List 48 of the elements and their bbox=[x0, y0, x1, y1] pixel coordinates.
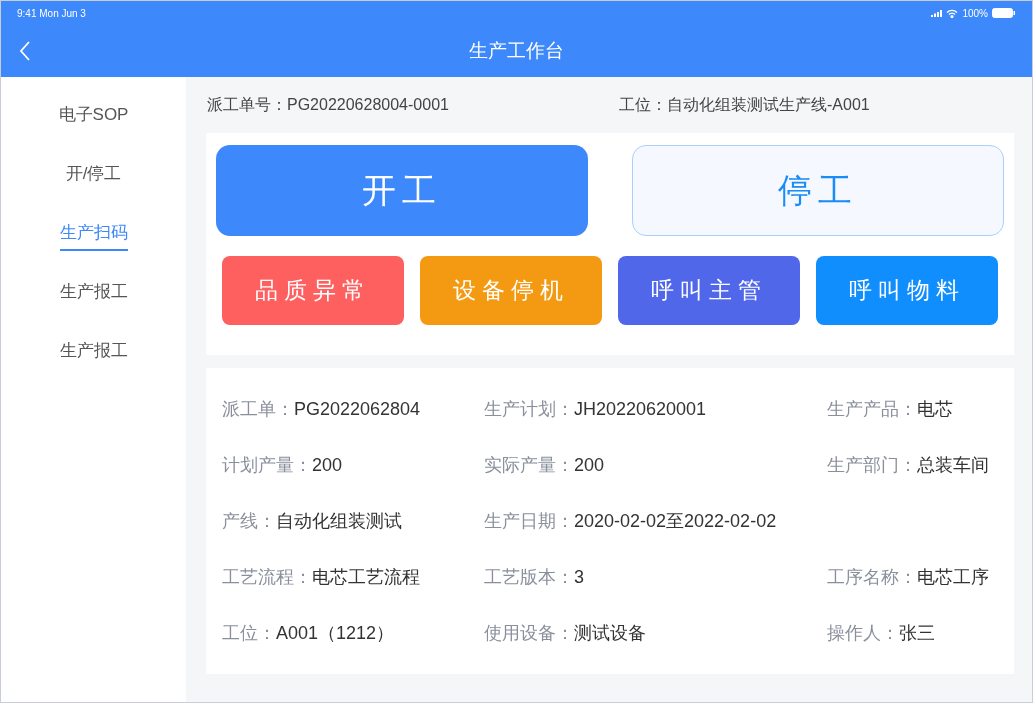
field-label: 操作人： bbox=[827, 622, 899, 645]
sidebar-item[interactable]: 生产报工 bbox=[59, 278, 128, 310]
status-time: 9:41 Mon Jun 3 bbox=[17, 6, 86, 21]
field-label: 产线： bbox=[222, 510, 276, 533]
battery-icon bbox=[992, 8, 1016, 18]
alert-button[interactable]: 设备停机 bbox=[420, 256, 602, 325]
field-value: JH20220620001 bbox=[574, 398, 707, 421]
field-value: 自动化组装测试 bbox=[276, 510, 402, 533]
field-value: 张三 bbox=[899, 622, 935, 645]
field-value: 2020-02-02至2022-02-02 bbox=[574, 510, 777, 533]
battery-percent: 100% bbox=[962, 6, 988, 21]
alert-button[interactable]: 呼叫主管 bbox=[618, 256, 800, 325]
field-value: 总装车间 bbox=[917, 454, 989, 477]
page-title: 生产工作台 bbox=[469, 38, 564, 63]
field-value: PG2022062804 bbox=[294, 398, 421, 421]
start-button[interactable]: 开工 bbox=[216, 145, 588, 236]
sidebar-item[interactable]: 开/停工 bbox=[65, 160, 122, 192]
field-value: 3 bbox=[574, 566, 584, 589]
workstation-info: 工位：自动化组装测试生产线-A001 bbox=[619, 95, 870, 115]
field-label: 使用设备： bbox=[484, 622, 574, 645]
field-label: 派工单： bbox=[222, 398, 294, 421]
back-icon bbox=[19, 41, 31, 61]
field-value: 200 bbox=[312, 454, 343, 477]
field-label: 工艺流程： bbox=[222, 566, 312, 589]
sidebar-item[interactable]: 电子SOP bbox=[58, 101, 129, 133]
wifi-icon bbox=[946, 8, 959, 18]
field-value: 电芯工序 bbox=[917, 566, 989, 589]
field-label: 工序名称： bbox=[827, 566, 917, 589]
field-label: 工艺版本： bbox=[484, 566, 574, 589]
signal-icon bbox=[931, 9, 943, 17]
field-value: 200 bbox=[574, 454, 605, 477]
field-label: 生产部门： bbox=[827, 454, 917, 477]
alert-button[interactable]: 呼叫物料 bbox=[816, 256, 998, 325]
field-value: A001（1212） bbox=[276, 622, 395, 645]
field-label: 计划产量： bbox=[222, 454, 312, 477]
field-label: 生产产品： bbox=[827, 398, 917, 421]
sidebar-item[interactable]: 生产报工 bbox=[59, 337, 128, 369]
field-label: 工位： bbox=[222, 622, 276, 645]
field-value: 电芯工艺流程 bbox=[312, 566, 420, 589]
field-label: 生产日期： bbox=[484, 510, 574, 533]
sidebar-item[interactable]: 生产扫码 bbox=[59, 219, 128, 251]
field-label: 生产计划： bbox=[484, 398, 574, 421]
field-value: 电芯 bbox=[917, 398, 953, 421]
field-value: 测试设备 bbox=[574, 622, 646, 645]
field-label: 实际产量： bbox=[484, 454, 574, 477]
stop-button[interactable]: 停工 bbox=[632, 145, 1004, 236]
alert-button[interactable]: 品质异常 bbox=[222, 256, 404, 325]
dispatch-number: 派工单号：PG20220628004-0001 bbox=[207, 95, 450, 115]
